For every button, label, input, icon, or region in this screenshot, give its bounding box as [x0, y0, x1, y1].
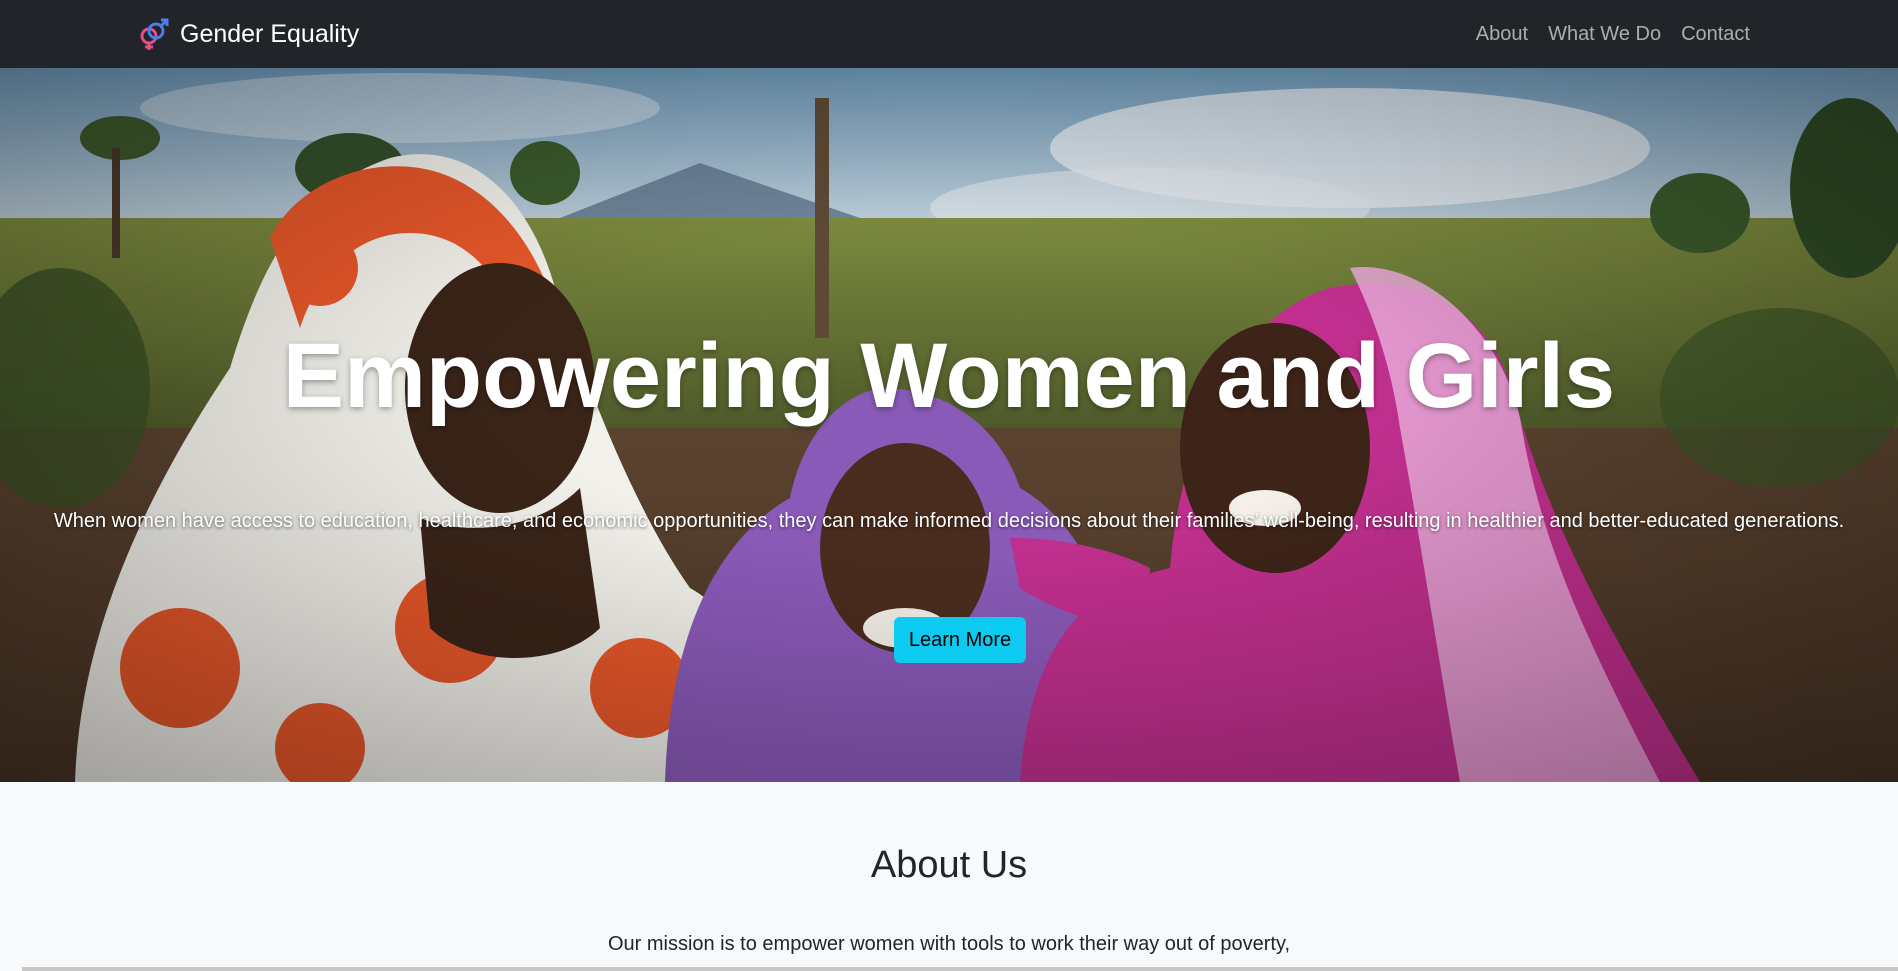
- hero-text: When women have access to education, hea…: [53, 510, 1845, 532]
- nav-link-about[interactable]: About: [1476, 23, 1528, 46]
- hero-title: Empowering Women and Girls: [282, 325, 1616, 427]
- about-text: Our mission is to empower women with too…: [607, 933, 1291, 955]
- nav-links: About What We Do Contact: [1476, 0, 1750, 68]
- about-title: About Us: [870, 844, 1028, 886]
- brand-link[interactable]: Gender Equality: [136, 0, 359, 68]
- brand-label: Gender Equality: [180, 19, 360, 48]
- top-navbar: Gender Equality About What We Do Contact: [0, 0, 1898, 68]
- horizontal-scrollbar[interactable]: [22, 967, 1898, 971]
- about-section: About Us Our mission is to empower women…: [0, 782, 1898, 971]
- hero-section: Empowering Women and Girls When women ha…: [0, 68, 1898, 782]
- gender-symbol-icon: [140, 18, 169, 50]
- learn-more-button[interactable]: Learn More: [894, 617, 1026, 663]
- nav-link-what-we-do[interactable]: What We Do: [1548, 23, 1661, 46]
- nav-link-contact[interactable]: Contact: [1681, 23, 1750, 46]
